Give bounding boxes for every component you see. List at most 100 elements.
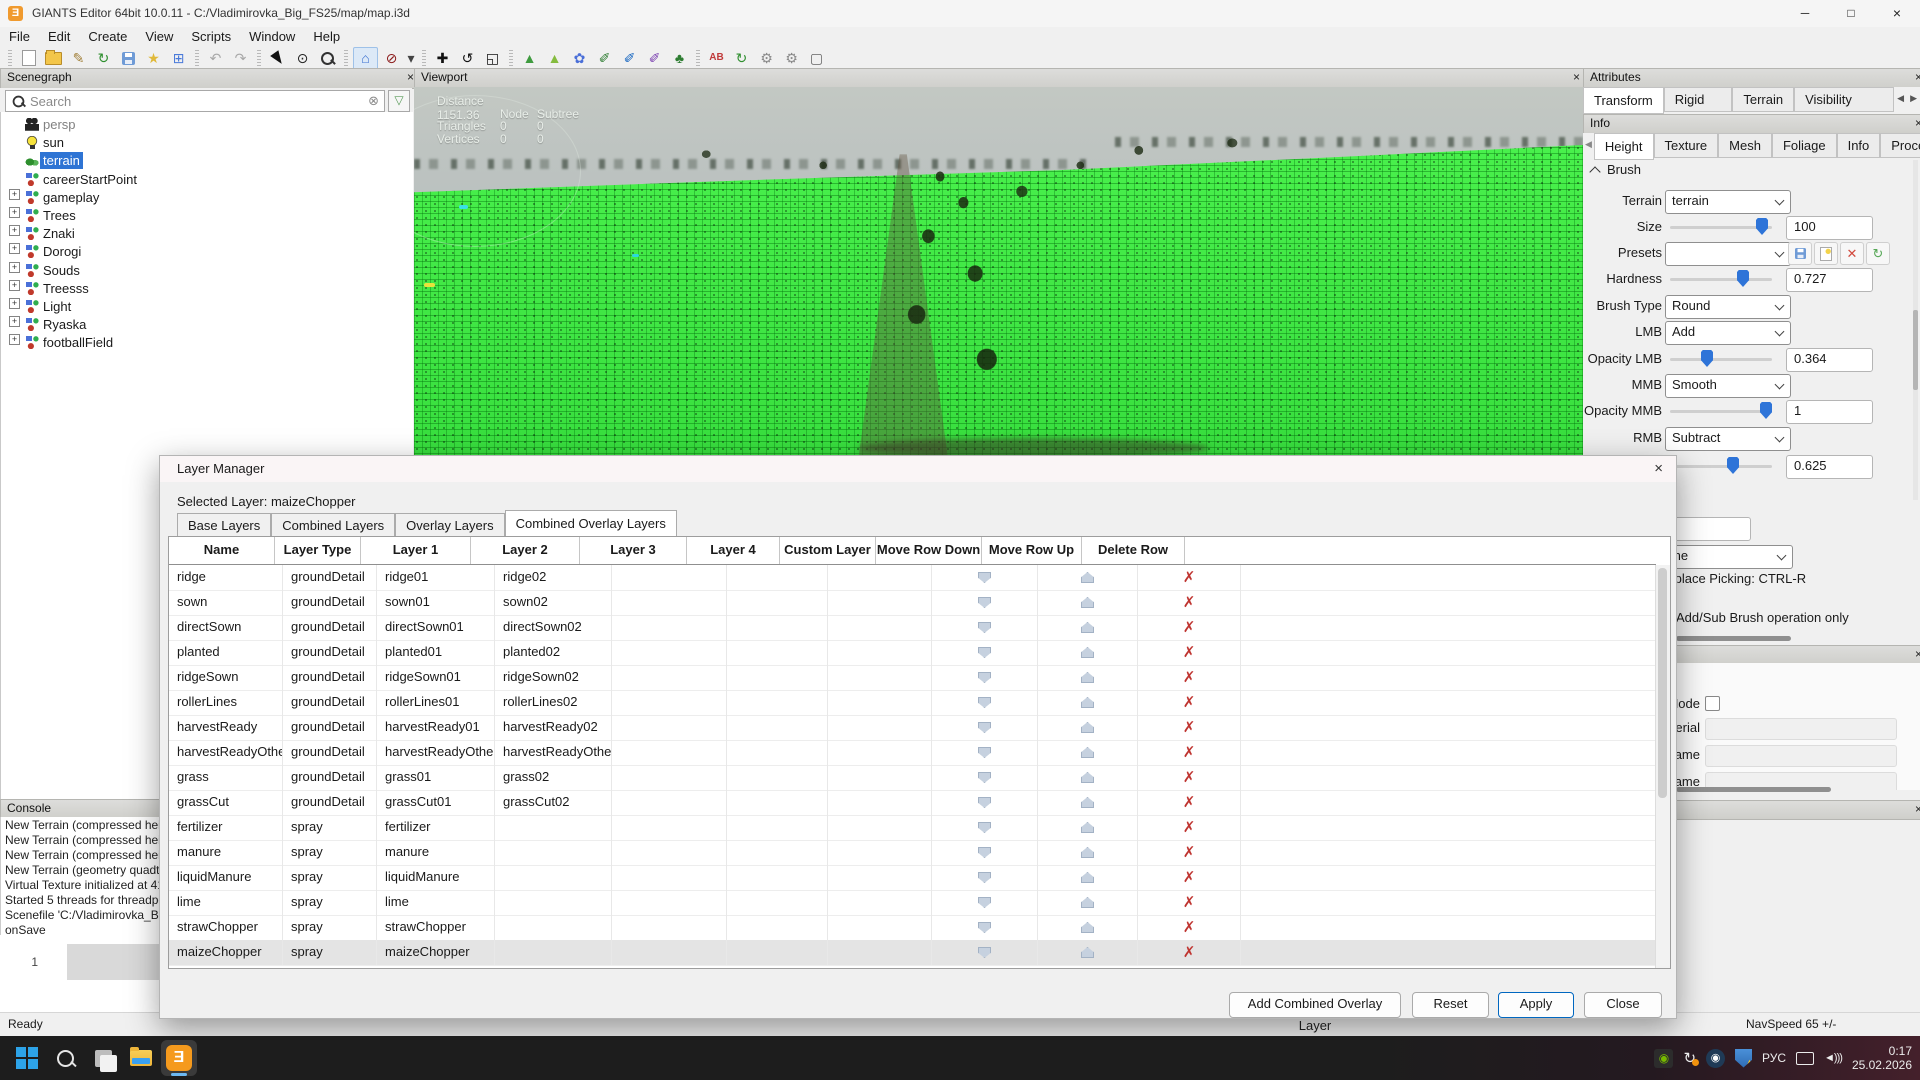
tree-item-Souds[interactable]: +Souds <box>1 262 413 280</box>
tree-item-gameplay[interactable]: +gameplay <box>1 189 413 207</box>
move-row-down-icon[interactable] <box>932 690 1038 715</box>
mmb-dropdown[interactable]: Smooth <box>1665 374 1791 398</box>
move-row-up-icon[interactable] <box>1038 715 1138 740</box>
zoom-tool-icon[interactable] <box>316 48 339 69</box>
info-panel-header[interactable]: Info × <box>1583 114 1920 134</box>
opacity-mmb-value[interactable]: 1 <box>1786 400 1873 424</box>
column-header-4[interactable]: Layer 3 <box>580 537 687 564</box>
info-scroll-left-icon[interactable]: ◀ <box>1583 133 1594 158</box>
table-row[interactable]: grassCutgroundDetailgrassCut01grassCut02… <box>169 790 1656 816</box>
tree-brush-icon[interactable]: ♣ <box>668 48 691 69</box>
tab-rigid-body[interactable]: Rigid Body <box>1664 87 1733 112</box>
brush-type-dropdown[interactable]: Round <box>1665 295 1791 319</box>
menu-help[interactable]: Help <box>304 27 349 46</box>
move-row-up-icon[interactable] <box>1038 690 1138 715</box>
delete-row-icon[interactable]: ✗ <box>1138 715 1241 740</box>
move-row-down-icon[interactable] <box>932 940 1038 965</box>
column-header-2[interactable]: Layer 1 <box>361 537 471 564</box>
move-row-up-icon[interactable] <box>1038 790 1138 815</box>
table-row[interactable]: rollerLinesgroundDetailrollerLines01roll… <box>169 690 1656 716</box>
tree-item-Treesss[interactable]: +Treesss <box>1 280 413 298</box>
table-row[interactable]: fertilizersprayfertilizer✗ <box>169 815 1656 841</box>
delete-row-icon[interactable]: ✗ <box>1138 615 1241 640</box>
security-shield-icon[interactable]: ▲ <box>1735 1049 1752 1068</box>
delete-row-icon[interactable]: ✗ <box>1138 915 1241 940</box>
expander-icon[interactable]: + <box>9 298 20 309</box>
move-row-up-icon[interactable] <box>1038 615 1138 640</box>
column-header-9[interactable]: Delete Row <box>1082 537 1185 564</box>
terrain-sculpt-icon[interactable]: ▲ <box>518 48 541 69</box>
expander-icon[interactable]: + <box>9 225 20 236</box>
apply-button[interactable]: Apply <box>1498 992 1574 1018</box>
move-row-down-icon[interactable] <box>932 790 1038 815</box>
delete-row-icon[interactable]: ✗ <box>1138 690 1241 715</box>
lower-panel-close-icon[interactable]: × <box>1915 646 1920 663</box>
opacity-rmb-slider[interactable] <box>1670 455 1772 477</box>
viewport-panel-header[interactable]: Viewport × <box>414 68 1586 89</box>
camera-disabled-icon[interactable]: ⊘ <box>380 48 403 69</box>
scale-tool-icon[interactable]: ◱ <box>481 48 504 69</box>
table-row[interactable]: directSowngroundDetaildirectSown01direct… <box>169 615 1656 641</box>
foliage-flower-icon[interactable]: ✿ <box>568 48 591 69</box>
hardness-slider[interactable] <box>1670 268 1772 290</box>
move-row-down-icon[interactable] <box>932 840 1038 865</box>
move-row-down-icon[interactable] <box>932 590 1038 615</box>
tree-item-terrain[interactable]: terrain <box>1 152 413 170</box>
move-row-up-icon[interactable] <box>1038 865 1138 890</box>
delete-row-icon[interactable]: ✗ <box>1138 865 1241 890</box>
move-row-down-icon[interactable] <box>932 865 1038 890</box>
tab-visibility-condition[interactable]: Visibility Condition <box>1794 87 1894 112</box>
tree-item-persp[interactable]: persp <box>1 116 413 134</box>
tab-combined-layers[interactable]: Combined Layers <box>271 513 395 537</box>
gear-a-icon[interactable]: ⚙ <box>755 48 778 69</box>
opacity-lmb-slider[interactable] <box>1670 348 1772 370</box>
viewport-close-icon[interactable]: × <box>1573 69 1580 86</box>
name-input[interactable] <box>1705 745 1897 767</box>
vertical-scrollbar[interactable] <box>1913 160 1918 500</box>
detail-paint-purple-icon[interactable]: ✐ <box>643 48 666 69</box>
reload-assets-icon[interactable]: ↻ <box>730 48 753 69</box>
preset-save-icon[interactable] <box>1788 242 1812 265</box>
move-row-down-icon[interactable] <box>932 665 1038 690</box>
tab-height[interactable]: Height <box>1594 133 1654 160</box>
move-row-up-icon[interactable] <box>1038 840 1138 865</box>
expander-icon[interactable]: + <box>9 262 20 273</box>
table-row[interactable]: strawChopperspraystrawChopper✗ <box>169 915 1656 941</box>
gear-b-icon[interactable]: ⚙ <box>780 48 803 69</box>
tree-item-careerStartPoint[interactable]: careerStartPoint <box>1 171 413 189</box>
viewport-3d[interactable]: Distance 1151.36 NodeSubtree Triangles00… <box>414 87 1583 460</box>
preset-refresh-icon[interactable]: ↻ <box>1866 242 1890 265</box>
move-row-up-icon[interactable] <box>1038 590 1138 615</box>
delete-row-icon[interactable]: ✗ <box>1138 640 1241 665</box>
delete-row-icon[interactable]: ✗ <box>1138 840 1241 865</box>
delete-row-icon[interactable]: ✗ <box>1138 565 1241 590</box>
undo-icon[interactable]: ↶ <box>204 48 227 69</box>
detail-paint-blue-icon[interactable]: ✐ <box>618 48 641 69</box>
expander-icon[interactable]: + <box>9 280 20 291</box>
network-icon[interactable] <box>1796 1052 1814 1065</box>
menu-scripts[interactable]: Scripts <box>182 27 240 46</box>
camera-dropdown-icon[interactable]: ▾ <box>405 48 417 69</box>
column-header-5[interactable]: Layer 4 <box>687 537 780 564</box>
table-row[interactable]: manurespraymanure✗ <box>169 840 1656 866</box>
bottom-panel-close-icon[interactable]: × <box>1915 801 1920 818</box>
opacity-rmb-value[interactable]: 0.625 <box>1786 455 1873 479</box>
clock[interactable]: 0:17 25.02.2026 <box>1852 1044 1912 1072</box>
horizontal-scrollbar[interactable] <box>1676 787 1831 792</box>
redo-icon[interactable]: ↷ <box>229 48 252 69</box>
menu-edit[interactable]: Edit <box>39 27 79 46</box>
new-file-icon[interactable] <box>17 48 40 69</box>
terrain-dropdown[interactable]: terrain <box>1665 190 1791 214</box>
visibility-toggle-icon[interactable]: ⊙ <box>291 48 314 69</box>
tree-item-Znaki[interactable]: +Znaki <box>1 225 413 243</box>
move-tool-icon[interactable]: ✚ <box>431 48 454 69</box>
column-header-3[interactable]: Layer 2 <box>471 537 580 564</box>
minimize-button[interactable]: ─ <box>1782 0 1828 27</box>
move-row-up-icon[interactable] <box>1038 890 1138 915</box>
dialog-close-icon[interactable]: × <box>1654 456 1663 482</box>
terrain-smooth-icon[interactable]: ▲ <box>543 48 566 69</box>
brush-section-header[interactable]: Brush <box>1583 160 1920 182</box>
task-view-button[interactable] <box>84 1039 122 1077</box>
delete-row-icon[interactable]: ✗ <box>1138 765 1241 790</box>
table-row[interactable]: harvestReadygroundDetailharvestReady01ha… <box>169 715 1656 741</box>
